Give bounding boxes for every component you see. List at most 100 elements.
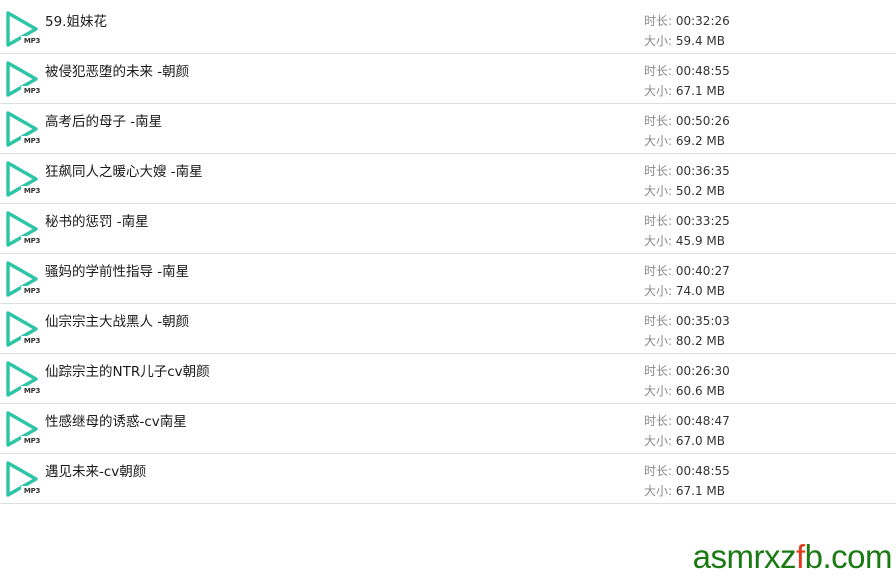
duration-label: 时长: <box>644 164 676 178</box>
file-row-5[interactable]: MP3 秘书的惩罚 -南星 时长: 00:33:25 大小: 45.9 MB <box>0 204 896 254</box>
size: 大小: 69.2 MB <box>644 132 725 149</box>
duration: 时长: 00:40:27 <box>644 262 730 279</box>
mp3-badge: MP3 <box>21 386 43 396</box>
duration: 时长: 00:48:55 <box>644 62 730 79</box>
mp3-badge: MP3 <box>21 186 43 196</box>
duration: 时长: 00:48:47 <box>644 412 730 429</box>
mp3-play-icon[interactable]: MP3 <box>5 60 43 98</box>
duration-label: 时长: <box>644 214 676 228</box>
size: 大小: 59.4 MB <box>644 32 725 49</box>
size: 大小: 74.0 MB <box>644 282 725 299</box>
size-value: 45.9 MB <box>675 234 725 248</box>
duration-label: 时长: <box>644 14 676 28</box>
size-label: 大小: <box>644 84 676 98</box>
duration-value: 00:33:25 <box>675 214 730 228</box>
size-label: 大小: <box>644 384 676 398</box>
size-label: 大小: <box>644 434 676 448</box>
watermark-suffix: b.com <box>804 538 893 575</box>
size: 大小: 80.2 MB <box>644 332 725 349</box>
file-row-10[interactable]: MP3 遇见未来-cv朝颜 时长: 00:48:55 大小: 67.1 MB <box>0 454 896 504</box>
mp3-badge: MP3 <box>21 286 43 296</box>
duration-value: 00:32:26 <box>675 14 730 28</box>
size: 大小: 50.2 MB <box>644 182 725 199</box>
duration-label: 时长: <box>644 264 676 278</box>
file-name[interactable]: 高考后的母子 -南星 <box>45 110 162 130</box>
size-value: 67.0 MB <box>675 434 725 448</box>
file-row-1[interactable]: MP3 59.姐妹花 时长: 00:32:26 大小: 59.4 MB <box>0 4 896 54</box>
duration-value: 00:48:55 <box>675 464 730 478</box>
size-label: 大小: <box>644 184 676 198</box>
mp3-play-icon[interactable]: MP3 <box>5 210 43 248</box>
mp3-play-icon[interactable]: MP3 <box>5 360 43 398</box>
mp3-play-icon[interactable]: MP3 <box>5 460 43 498</box>
duration: 时长: 00:35:03 <box>644 312 730 329</box>
mp3-badge: MP3 <box>21 136 43 146</box>
duration-label: 时长: <box>644 364 676 378</box>
watermark-accent: f <box>795 538 805 575</box>
duration-label: 时长: <box>644 464 676 478</box>
file-name[interactable]: 59.姐妹花 <box>45 10 107 30</box>
file-name[interactable]: 骚妈的学前性指导 -南星 <box>45 260 189 280</box>
duration: 时长: 00:33:25 <box>644 212 730 229</box>
size: 大小: 45.9 MB <box>644 232 725 249</box>
size-label: 大小: <box>644 134 676 148</box>
file-row-6[interactable]: MP3 骚妈的学前性指导 -南星 时长: 00:40:27 大小: 74.0 M… <box>0 254 896 304</box>
file-row-3[interactable]: MP3 高考后的母子 -南星 时长: 00:50:26 大小: 69.2 MB <box>0 104 896 154</box>
mp3-badge: MP3 <box>21 86 43 96</box>
mp3-badge: MP3 <box>21 236 43 246</box>
file-name[interactable]: 被侵犯恶堕的未来 -朝颜 <box>45 60 189 80</box>
duration: 时长: 00:48:55 <box>644 462 730 479</box>
mp3-play-icon[interactable]: MP3 <box>5 110 43 148</box>
mp3-badge: MP3 <box>21 336 43 346</box>
duration-label: 时长: <box>644 64 676 78</box>
site-watermark: asmrxzfb.com <box>692 538 893 576</box>
size: 大小: 67.0 MB <box>644 432 725 449</box>
mp3-play-icon[interactable]: MP3 <box>5 160 43 198</box>
size-value: 80.2 MB <box>675 334 725 348</box>
size-value: 69.2 MB <box>675 134 725 148</box>
size-value: 67.1 MB <box>675 484 725 498</box>
duration-value: 00:36:35 <box>675 164 730 178</box>
duration: 时长: 00:26:30 <box>644 362 730 379</box>
size-value: 60.6 MB <box>675 384 725 398</box>
size: 大小: 67.1 MB <box>644 82 725 99</box>
size-label: 大小: <box>644 484 676 498</box>
file-name[interactable]: 狂飙同人之暖心大嫂 -南星 <box>45 160 203 180</box>
duration-value: 00:40:27 <box>675 264 730 278</box>
size-label: 大小: <box>644 234 676 248</box>
file-row-2[interactable]: MP3 被侵犯恶堕的未来 -朝颜 时长: 00:48:55 大小: 67.1 M… <box>0 54 896 104</box>
mp3-play-icon[interactable]: MP3 <box>5 10 43 48</box>
size-label: 大小: <box>644 334 676 348</box>
duration-label: 时长: <box>644 114 676 128</box>
size-value: 67.1 MB <box>675 84 725 98</box>
file-row-7[interactable]: MP3 仙宗宗主大战黑人 -朝颜 时长: 00:35:03 大小: 80.2 M… <box>0 304 896 354</box>
mp3-badge: MP3 <box>21 436 43 446</box>
duration: 时长: 00:36:35 <box>644 162 730 179</box>
file-name[interactable]: 仙宗宗主大战黑人 -朝颜 <box>45 310 189 330</box>
size-label: 大小: <box>644 34 676 48</box>
mp3-badge: MP3 <box>21 486 43 496</box>
size: 大小: 60.6 MB <box>644 382 725 399</box>
duration-value: 00:50:26 <box>675 114 730 128</box>
size-label: 大小: <box>644 284 676 298</box>
mp3-play-icon[interactable]: MP3 <box>5 410 43 448</box>
file-row-4[interactable]: MP3 狂飙同人之暖心大嫂 -南星 时长: 00:36:35 大小: 50.2 … <box>0 154 896 204</box>
watermark-prefix: asmrxz <box>692 538 797 575</box>
duration-value: 00:26:30 <box>675 364 730 378</box>
mp3-badge: MP3 <box>21 36 43 46</box>
file-name[interactable]: 性感继母的诱惑-cv南星 <box>45 410 187 430</box>
file-row-8[interactable]: MP3 仙踪宗主的NTR儿子cv朝颜 时长: 00:26:30 大小: 60.6… <box>0 354 896 404</box>
size-value: 74.0 MB <box>675 284 725 298</box>
size-value: 59.4 MB <box>675 34 725 48</box>
mp3-play-icon[interactable]: MP3 <box>5 310 43 348</box>
file-name[interactable]: 秘书的惩罚 -南星 <box>45 210 149 230</box>
duration-value: 00:48:47 <box>675 414 730 428</box>
size: 大小: 67.1 MB <box>644 482 725 499</box>
mp3-play-icon[interactable]: MP3 <box>5 260 43 298</box>
duration-label: 时长: <box>644 314 676 328</box>
file-row-9[interactable]: MP3 性感继母的诱惑-cv南星 时长: 00:48:47 大小: 67.0 M… <box>0 404 896 454</box>
file-name[interactable]: 遇见未来-cv朝颜 <box>45 460 146 480</box>
file-name[interactable]: 仙踪宗主的NTR儿子cv朝颜 <box>45 360 210 380</box>
duration-label: 时长: <box>644 414 676 428</box>
duration: 时长: 00:50:26 <box>644 112 730 129</box>
